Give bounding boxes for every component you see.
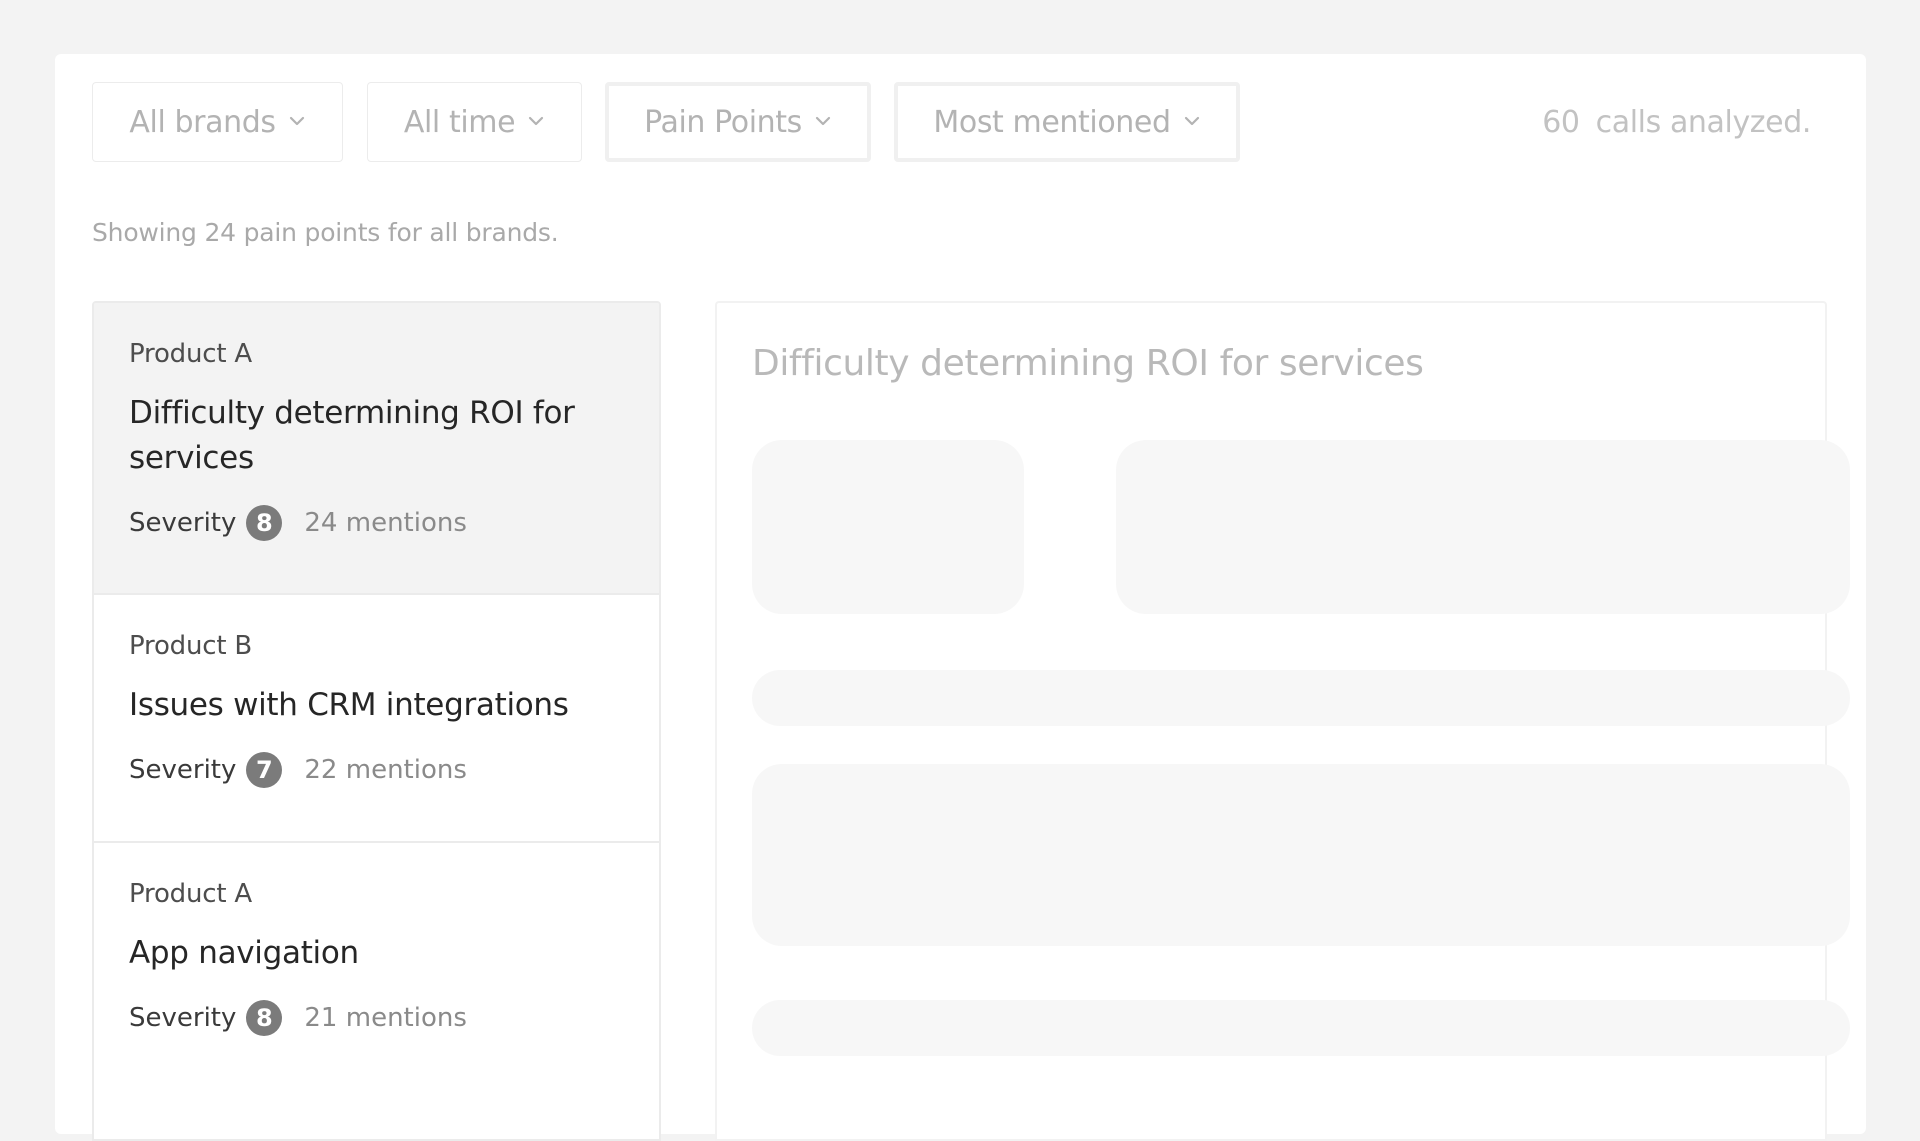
severity-badge: 8 — [246, 505, 283, 541]
sort-dropdown[interactable]: Most mentioned — [894, 82, 1240, 162]
list-item[interactable]: Product A App navigation Severity 8 21 m… — [94, 843, 659, 1139]
list-item[interactable]: Product A Difficulty determining ROI for… — [94, 303, 659, 595]
time-filter-dropdown[interactable]: All time — [367, 82, 582, 162]
list-item[interactable]: Product B Issues with CRM integrations S… — [94, 595, 659, 843]
mentions-count: 24 mentions — [304, 508, 467, 538]
mentions-count: 21 mentions — [304, 1003, 467, 1033]
time-filter-label: All time — [403, 104, 516, 140]
loading-skeleton — [752, 670, 1850, 726]
brand-filter-label: All brands — [129, 104, 276, 140]
results-summary: Showing 24 pain points for all brands. — [92, 218, 559, 247]
detail-title: Difficulty determining ROI for services — [752, 343, 1424, 384]
pain-points-list: Product A Difficulty determining ROI for… — [92, 301, 661, 1141]
chevron-down-icon — [288, 112, 306, 130]
filter-bar: All brands All time Pain Points Most men… — [92, 82, 1829, 162]
sort-label: Most mentioned — [933, 104, 1171, 140]
category-filter-label: Pain Points — [644, 104, 802, 140]
severity-badge: 8 — [246, 1000, 283, 1036]
calls-label: calls analyzed. — [1595, 104, 1812, 140]
chevron-down-icon — [1183, 112, 1201, 130]
mentions-count: 22 mentions — [304, 755, 467, 785]
severity-label: Severity — [129, 755, 237, 785]
severity-badge: 7 — [246, 752, 283, 788]
item-title: Issues with CRM integrations — [129, 687, 569, 723]
item-brand: Product B — [129, 631, 253, 661]
item-title: App navigation — [129, 935, 359, 971]
detail-panel: Difficulty determining ROI for services — [715, 301, 1850, 1141]
category-filter-dropdown[interactable]: Pain Points — [605, 82, 871, 162]
item-title: Difficulty determining ROI for services — [129, 395, 575, 476]
chevron-down-icon — [527, 112, 545, 130]
item-meta: Severity 8 24 mentions — [129, 503, 625, 543]
calls-count: 60 — [1542, 104, 1580, 140]
loading-skeleton — [752, 440, 1024, 614]
item-brand: Product A — [129, 339, 252, 369]
loading-skeleton — [752, 764, 1850, 946]
severity-label: Severity — [129, 1003, 237, 1033]
severity-label: Severity — [129, 508, 237, 538]
loading-skeleton — [752, 1000, 1850, 1056]
item-meta: Severity 7 22 mentions — [129, 750, 625, 790]
loading-skeleton — [1116, 440, 1850, 614]
item-brand: Product A — [129, 879, 252, 909]
calls-analyzed-stat: 60 calls analyzed. — [1542, 82, 1811, 162]
brand-filter-dropdown[interactable]: All brands — [92, 82, 343, 162]
item-meta: Severity 8 21 mentions — [129, 998, 625, 1038]
chevron-down-icon — [814, 112, 832, 130]
main-panel: All brands All time Pain Points Most men… — [55, 54, 1866, 1141]
